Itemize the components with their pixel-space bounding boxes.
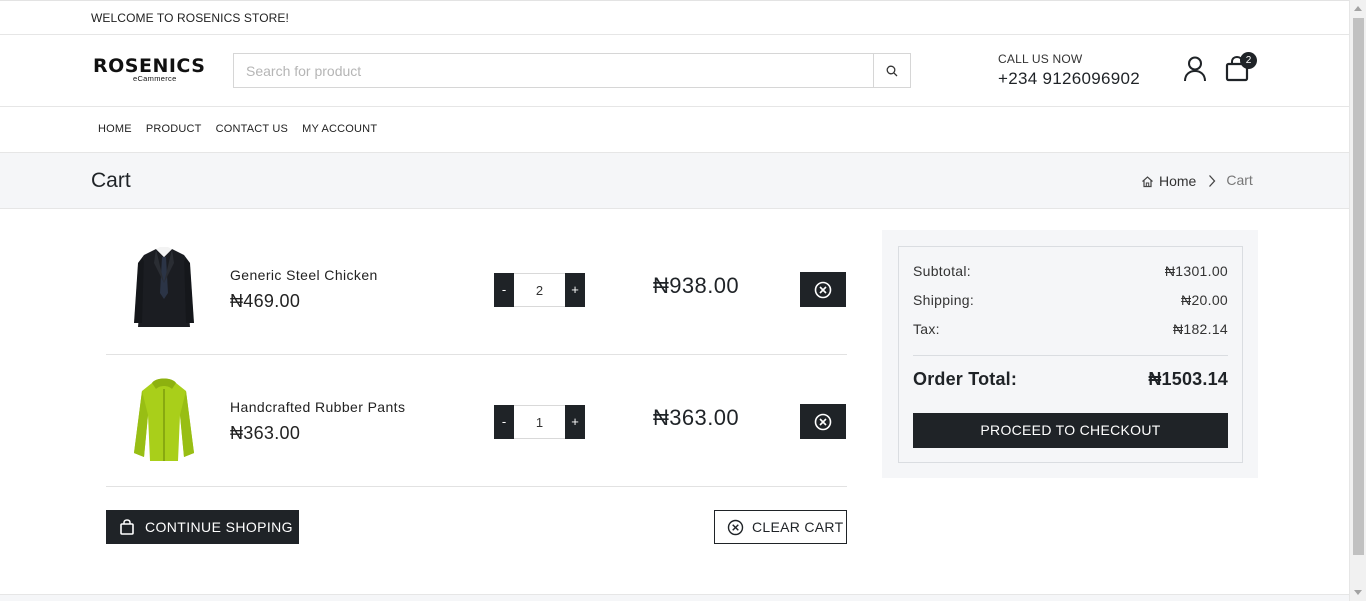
quantity-decrease-button[interactable]: - bbox=[494, 273, 514, 307]
product-name[interactable]: Handcrafted Rubber Pants bbox=[230, 399, 405, 415]
product-image-black-suit bbox=[134, 247, 194, 327]
welcome-text: WELCOME TO ROSENICS STORE! bbox=[91, 11, 289, 25]
page: WELCOME TO ROSENICS STORE! ROSENICS eCam… bbox=[0, 0, 1349, 601]
tax-row: Tax: ₦182.14 bbox=[913, 321, 1228, 337]
close-circle-icon bbox=[814, 281, 832, 298]
quantity-input[interactable] bbox=[514, 405, 565, 439]
order-summary-box: Subtotal: ₦1301.00 Shipping: ₦20.00 Tax:… bbox=[898, 246, 1243, 463]
logo-brand: ROSENICS bbox=[93, 55, 206, 77]
scrollbar-thumb[interactable] bbox=[1353, 18, 1364, 555]
product-image-lime-jacket bbox=[134, 378, 194, 461]
scroll-down-arrow-icon[interactable] bbox=[1354, 590, 1362, 595]
shipping-value: ₦20.00 bbox=[1181, 292, 1228, 308]
order-summary: Subtotal: ₦1301.00 Shipping: ₦20.00 Tax:… bbox=[882, 230, 1258, 478]
nav-item-home[interactable]: HOME bbox=[98, 123, 132, 135]
home-icon bbox=[1142, 175, 1153, 187]
vertical-scrollbar[interactable] bbox=[1349, 0, 1366, 601]
scroll-up-arrow-icon[interactable] bbox=[1354, 6, 1362, 11]
quantity-decrease-button[interactable]: - bbox=[494, 405, 514, 439]
nav-item-my-account[interactable]: MY ACCOUNT bbox=[302, 123, 377, 135]
nav-item-contact-us[interactable]: CONTACT US bbox=[216, 123, 289, 135]
line-total: ₦938.00 bbox=[653, 273, 739, 298]
subtotal-value: ₦1301.00 bbox=[1164, 263, 1228, 279]
user-icon[interactable] bbox=[1182, 55, 1208, 83]
tax-value: ₦182.14 bbox=[1172, 321, 1228, 337]
clear-cart-button[interactable]: CLEAR CART bbox=[714, 510, 847, 544]
close-circle-icon bbox=[727, 519, 744, 535]
remove-item-button[interactable] bbox=[800, 272, 846, 307]
order-total-value: ₦1503.14 bbox=[1148, 369, 1228, 389]
order-total-row: Order Total: ₦1503.14 bbox=[913, 369, 1228, 390]
breadcrumb: Home Cart bbox=[1141, 172, 1253, 189]
shipping-row: Shipping: ₦20.00 bbox=[913, 292, 1228, 308]
search-bar bbox=[233, 53, 911, 88]
summary-divider bbox=[913, 355, 1228, 356]
quantity-increase-button[interactable]: + bbox=[565, 405, 585, 439]
quantity-stepper: - + bbox=[494, 273, 585, 307]
cart-item: Handcrafted Rubber Pants ₦363.00 - + ₦36… bbox=[106, 355, 847, 487]
page-title-bar: Cart Home Cart bbox=[0, 153, 1349, 209]
top-bar: WELCOME TO ROSENICS STORE! bbox=[0, 1, 1349, 35]
product-price: ₦363.00 bbox=[230, 423, 301, 443]
remove-item-button[interactable] bbox=[800, 404, 846, 439]
page-title: Cart bbox=[91, 169, 131, 192]
nav-item-product[interactable]: PRODUCT bbox=[146, 123, 202, 135]
search-icon bbox=[886, 65, 898, 76]
search-button[interactable] bbox=[873, 54, 910, 87]
continue-shopping-button[interactable]: CONTINUE SHOPING bbox=[106, 510, 299, 544]
quantity-stepper: - + bbox=[494, 405, 585, 439]
main-nav: HOME PRODUCT CONTACT US MY ACCOUNT bbox=[0, 107, 1349, 153]
tax-label: Tax: bbox=[913, 321, 940, 337]
shopping-bag-icon bbox=[120, 519, 134, 535]
line-total: ₦363.00 bbox=[653, 405, 739, 430]
proceed-to-checkout-button[interactable]: PROCEED TO CHECKOUT bbox=[913, 413, 1228, 448]
order-total-label: Order Total: bbox=[913, 369, 1018, 389]
search-input[interactable] bbox=[234, 54, 874, 87]
clear-cart-label: CLEAR CART bbox=[752, 519, 844, 535]
chevron-right-icon bbox=[1209, 175, 1216, 187]
breadcrumb-home[interactable]: Home bbox=[1159, 173, 1196, 189]
header: ROSENICS eCammerce CALL US NOW +234 9126… bbox=[0, 35, 1349, 107]
subtotal-label: Subtotal: bbox=[913, 263, 971, 279]
product-price: ₦469.00 bbox=[230, 291, 301, 311]
breadcrumb-current: Cart bbox=[1226, 172, 1253, 188]
shipping-label: Shipping: bbox=[913, 292, 975, 308]
logo[interactable]: ROSENICS eCammerce bbox=[93, 55, 206, 83]
call-label: CALL US NOW bbox=[998, 52, 1083, 66]
close-circle-icon bbox=[814, 413, 832, 430]
cart-count-badge: 2 bbox=[1240, 52, 1257, 69]
call-us: CALL US NOW +234 9126096902 bbox=[998, 52, 1140, 89]
subtotal-row: Subtotal: ₦1301.00 bbox=[913, 263, 1228, 279]
quantity-increase-button[interactable]: + bbox=[565, 273, 585, 307]
quantity-input[interactable] bbox=[514, 273, 565, 307]
logo-subtitle: eCammerce bbox=[133, 74, 177, 83]
footer-edge bbox=[0, 594, 1349, 601]
continue-shopping-label: CONTINUE SHOPING bbox=[145, 519, 293, 535]
product-name[interactable]: Generic Steel Chicken bbox=[230, 267, 378, 283]
phone-number[interactable]: +234 9126096902 bbox=[998, 69, 1140, 89]
cart-item: Generic Steel Chicken ₦469.00 - + ₦938.0… bbox=[106, 223, 847, 355]
